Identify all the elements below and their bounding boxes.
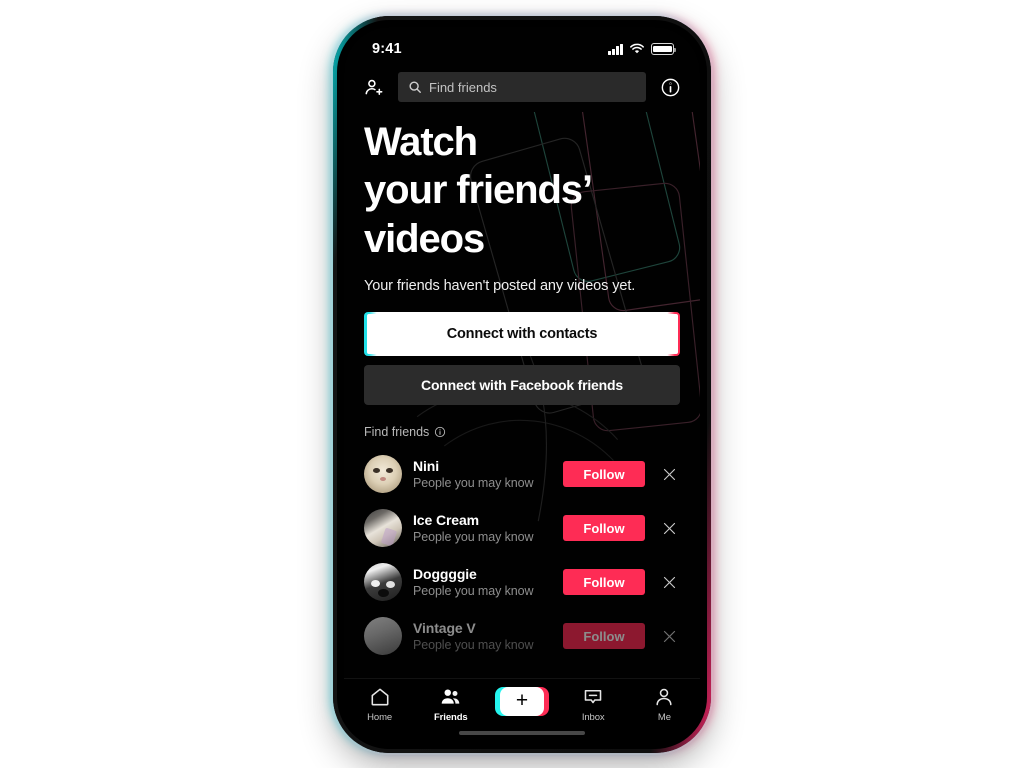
status-bar: 9:41: [344, 27, 700, 65]
tab-inbox[interactable]: Inbox: [558, 686, 629, 723]
close-icon[interactable]: [656, 569, 682, 595]
suggestion-name: Nini: [413, 458, 440, 475]
partial-avatar: [364, 617, 402, 656]
tab-home[interactable]: Home: [344, 686, 415, 723]
wifi-icon: [630, 43, 644, 54]
suggestion-text: Vintage V People you may know: [413, 620, 552, 652]
screenshot-stage: 9:41 Find friends Watch your friends’ vi…: [0, 0, 1024, 768]
cat-avatar: [364, 455, 402, 494]
find-friends-label: Find friends: [364, 425, 430, 440]
find-friends-section-header: Find friends: [344, 405, 700, 447]
tab-label: Friends: [433, 712, 468, 723]
info-circle-icon[interactable]: [434, 426, 446, 438]
table-row[interactable]: Vintage V People you may know Follow: [344, 609, 700, 663]
tab-label: Home: [367, 712, 393, 723]
tab-me[interactable]: Me: [629, 686, 700, 723]
suggestion-subtitle: People you may know: [413, 638, 534, 653]
close-icon[interactable]: [656, 515, 682, 541]
connect-contacts-button[interactable]: Connect with contacts: [366, 314, 678, 355]
search-placeholder: Find friends: [429, 79, 497, 95]
tab-friends[interactable]: Friends: [415, 686, 486, 723]
table-row[interactable]: Ice Cream People you may know Follow: [344, 501, 700, 555]
status-icons: [608, 43, 677, 55]
follow-button[interactable]: Follow: [563, 515, 645, 542]
suggestion-name: Ice Cream: [413, 512, 480, 529]
status-time: 9:41: [372, 41, 402, 57]
dog-avatar: [364, 563, 402, 602]
home-icon: [371, 688, 389, 706]
follow-button[interactable]: Follow: [563, 623, 645, 650]
battery-icon: [651, 43, 677, 55]
hero-subtitle: Your friends haven't posted any videos y…: [364, 278, 636, 295]
friends-icon: [441, 689, 460, 704]
close-icon[interactable]: [656, 623, 682, 649]
phone-frame: 9:41 Find friends Watch your friends’ vi…: [333, 16, 711, 753]
table-row[interactable]: Doggggie People you may know Follow: [344, 555, 700, 609]
follow-button[interactable]: Follow: [563, 461, 645, 488]
page-title: Watch your friends’ videos: [364, 118, 680, 263]
action-buttons: Connect with contacts Connect with Faceb…: [344, 294, 700, 406]
info-circle-icon[interactable]: [657, 74, 683, 100]
suggestion-text: Ice Cream People you may know: [413, 512, 552, 544]
inbox-icon: [584, 689, 602, 704]
person-icon: [656, 688, 672, 706]
suggestion-subtitle: People you may know: [413, 530, 534, 545]
ice-cream-avatar: [364, 509, 402, 548]
connect-contacts-button-wrap: Connect with contacts: [364, 312, 680, 357]
phone-bezel: 9:41 Find friends Watch your friends’ vi…: [337, 20, 707, 749]
phone-screen: 9:41 Find friends Watch your friends’ vi…: [344, 27, 700, 742]
close-icon[interactable]: [656, 461, 682, 487]
connect-facebook-button[interactable]: Connect with Facebook friends: [364, 365, 680, 406]
signal-bars-icon: [608, 43, 623, 55]
hero-title-line-1: Watch: [364, 120, 478, 164]
page-body: Watch your friends’ videos Your friends …: [344, 112, 700, 712]
person-add-icon[interactable]: [361, 74, 387, 100]
suggestion-subtitle: People you may know: [413, 584, 534, 599]
hero-section: Watch your friends’ videos Your friends …: [344, 112, 700, 294]
tab-label: Inbox: [581, 712, 605, 723]
tab-label: Me: [657, 712, 671, 723]
home-indicator: [459, 731, 585, 735]
suggestion-name: Vintage V: [413, 620, 476, 637]
suggestion-text: Doggggie People you may know: [413, 566, 552, 598]
app-header: Find friends: [344, 65, 700, 112]
search-icon: [409, 81, 421, 93]
suggestion-text: Nini People you may know: [413, 458, 552, 490]
suggestion-name: Doggggie: [413, 566, 477, 583]
follow-button[interactable]: Follow: [563, 569, 645, 596]
create-button[interactable]: +: [486, 686, 557, 716]
table-row[interactable]: Nini People you may know Follow: [344, 447, 700, 501]
suggestion-subtitle: People you may know: [413, 476, 534, 491]
hero-title-line-2: your friends’: [364, 168, 593, 213]
hero-title-line-3: videos: [364, 216, 485, 261]
scroll-content: Watch your friends’ videos Your friends …: [344, 112, 700, 663]
plus-icon[interactable]: +: [495, 687, 549, 716]
search-input[interactable]: Find friends: [398, 72, 646, 102]
